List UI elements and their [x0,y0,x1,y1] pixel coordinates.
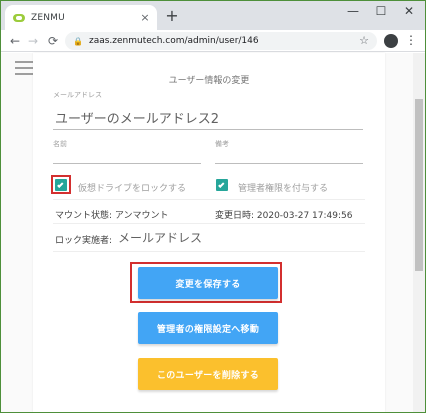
new-tab-button[interactable]: + [163,7,181,25]
note-underline [215,163,363,164]
zenmu-favicon-icon [13,13,25,22]
email-field[interactable]: ユーザーのメールアドレス2 [55,108,219,127]
page-content: ユーザー情報の変更 メールアドレス ユーザーのメールアドレス2 名前 備考 仮想… [1,53,413,412]
name-field[interactable] [53,148,201,162]
email-underline [53,129,363,130]
tab-title: ZENMU [31,12,65,23]
forward-button[interactable]: → [25,33,41,49]
note-field[interactable] [215,148,363,162]
delete-user-button[interactable]: このユーザーを削除する [138,358,278,390]
scrollbar-thumb[interactable] [415,99,423,271]
user-edit-card: ユーザー情報の変更 メールアドレス ユーザーのメールアドレス2 名前 備考 仮想… [33,53,385,412]
browser-window: ZENMU × + — ☐ ✕ ← → ⟳ 🔒 zaas.zenmutech.c… [1,1,425,412]
lock-icon: 🔒 [73,36,83,46]
reload-button[interactable]: ⟳ [45,33,61,49]
browser-menu-icon[interactable]: ⋮ [405,33,417,47]
page-scrollbar[interactable] [413,53,425,412]
lock-drive-checkbox[interactable] [55,179,67,191]
admin-grant-label: 管理者権限を付与する [238,184,329,194]
close-window-button[interactable]: ✕ [395,1,423,21]
modified-datetime: 変更日時: 2020-03-27 17:49:56 [215,211,353,221]
hamburger-menu-icon[interactable] [15,61,35,79]
url-text: zaas.zenmutech.com/admin/user/146 [88,36,259,46]
minimize-button[interactable]: — [339,1,367,21]
divider [53,199,365,200]
back-button[interactable]: ← [7,33,23,49]
bookmark-star-icon[interactable]: ☆ [359,34,369,47]
locker-value: メールアドレス [118,231,203,245]
tab-strip: ZENMU × + — ☐ ✕ [1,1,425,30]
divider [53,251,365,252]
address-bar[interactable]: 🔒 zaas.zenmutech.com/admin/user/146 ☆ [65,32,377,50]
admin-settings-button[interactable]: 管理者の権限設定へ移動 [138,312,278,344]
browser-toolbar: ← → ⟳ 🔒 zaas.zenmutech.com/admin/user/14… [1,30,425,52]
admin-grant-checkbox[interactable] [216,179,228,191]
tab-close-icon[interactable]: × [137,11,153,24]
locker-label: ロック実施者: [55,236,113,246]
browser-tab[interactable]: ZENMU × [5,5,157,30]
divider [53,223,365,224]
save-button[interactable]: 変更を保存する [138,267,278,299]
mount-status: マウント状態: アンマウント [55,211,169,221]
email-label: メールアドレス [53,91,102,99]
name-underline [53,163,201,164]
lock-drive-label: 仮想ドライブをロックする [78,184,187,194]
page-title: ユーザー情報の変更 [168,76,250,86]
profile-avatar-icon[interactable] [384,34,398,48]
maximize-button[interactable]: ☐ [367,1,395,21]
